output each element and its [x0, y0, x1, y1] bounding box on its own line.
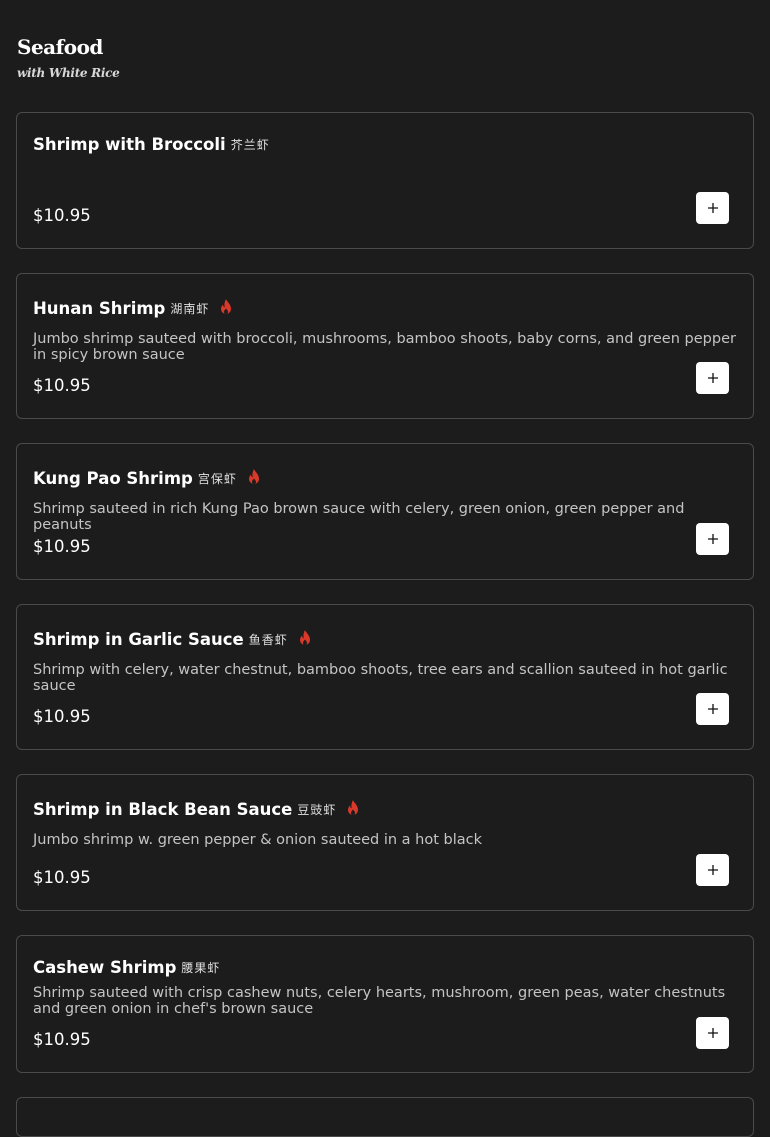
add-to-cart-button[interactable]: [696, 192, 729, 224]
plus-icon: [707, 1028, 718, 1038]
add-to-cart-button[interactable]: [696, 523, 729, 555]
menu-item-card[interactable]: Shrimp in Black Bean Sauce 豆豉虾 Jumbo shr…: [16, 774, 754, 911]
section-title: Seafood: [17, 35, 103, 59]
item-price: $10.95: [33, 206, 91, 225]
item-description: Shrimp with celery, water chestnut, bamb…: [33, 662, 728, 694]
item-chinese-name: 芥兰虾: [230, 138, 270, 152]
item-name: Cashew Shrimp: [33, 958, 177, 977]
item-price: $10.95: [33, 376, 91, 395]
item-description: Jumbo shrimp w. green pepper & onion sau…: [33, 832, 483, 848]
item-name: Hunan Shrimp: [33, 298, 166, 318]
item-chinese-name: 豆豉虾: [297, 802, 337, 817]
flame-icon: [248, 469, 259, 484]
plus-icon: [707, 704, 718, 714]
menu-item-card[interactable]: [16, 1097, 754, 1137]
plus-icon: [707, 534, 718, 544]
item-title: Shrimp in Garlic Sauce 鱼香虾: [33, 629, 314, 649]
item-title: Shrimp with Broccoli 芥兰虾: [33, 135, 270, 154]
item-name: Kung Pao Shrimp: [33, 468, 193, 488]
section-header: Seafood with White Rice: [17, 34, 120, 80]
item-description: Shrimp sauteed in rich Kung Pao brown sa…: [33, 501, 685, 533]
menu-item-card[interactable]: Cashew Shrimp 腰果虾 Shrimp sauteed with cr…: [16, 935, 754, 1073]
add-to-cart-button[interactable]: [696, 362, 729, 394]
add-to-cart-button[interactable]: [696, 1017, 729, 1049]
flame-icon: [221, 299, 232, 314]
section-subtitle: with White Rice: [17, 66, 120, 80]
item-chinese-name: 鱼香虾: [248, 632, 288, 647]
menu-item-card[interactable]: Kung Pao Shrimp 宫保虾 Shrimp sauteed in ri…: [16, 443, 754, 580]
item-title: Kung Pao Shrimp 宫保虾: [33, 468, 263, 488]
flame-icon: [348, 800, 359, 815]
flame-icon: [299, 630, 310, 645]
item-name: Shrimp in Garlic Sauce: [33, 629, 244, 649]
item-price: $10.95: [33, 1030, 91, 1049]
item-title: Hunan Shrimp 湖南虾: [33, 298, 235, 318]
item-chinese-name: 宫保虾: [197, 471, 237, 486]
add-to-cart-button[interactable]: [696, 693, 729, 725]
menu-item-card[interactable]: Shrimp in Garlic Sauce 鱼香虾 Shrimp with c…: [16, 604, 754, 750]
item-title: Shrimp in Black Bean Sauce 豆豉虾: [33, 799, 362, 819]
plus-icon: [707, 865, 718, 875]
item-chinese-name: 湖南虾: [170, 301, 210, 316]
item-title: Cashew Shrimp 腰果虾: [33, 958, 220, 977]
item-price: $10.95: [33, 707, 91, 726]
item-name: Shrimp in Black Bean Sauce: [33, 799, 293, 819]
item-price: $10.95: [33, 537, 91, 556]
item-price: $10.95: [33, 868, 91, 887]
menu-item-card[interactable]: Hunan Shrimp 湖南虾 Jumbo shrimp sauteed wi…: [16, 273, 754, 419]
item-description: Shrimp sauteed with crisp cashew nuts, c…: [33, 985, 726, 1017]
plus-icon: [707, 373, 718, 383]
menu-item-card[interactable]: Shrimp with Broccoli 芥兰虾 $10.95: [16, 112, 754, 249]
item-description: Jumbo shrimp sauteed with broccoli, mush…: [33, 331, 736, 363]
add-to-cart-button[interactable]: [696, 854, 729, 886]
item-name: Shrimp with Broccoli: [33, 135, 226, 154]
plus-icon: [707, 203, 718, 213]
item-chinese-name: 腰果虾: [181, 961, 221, 975]
